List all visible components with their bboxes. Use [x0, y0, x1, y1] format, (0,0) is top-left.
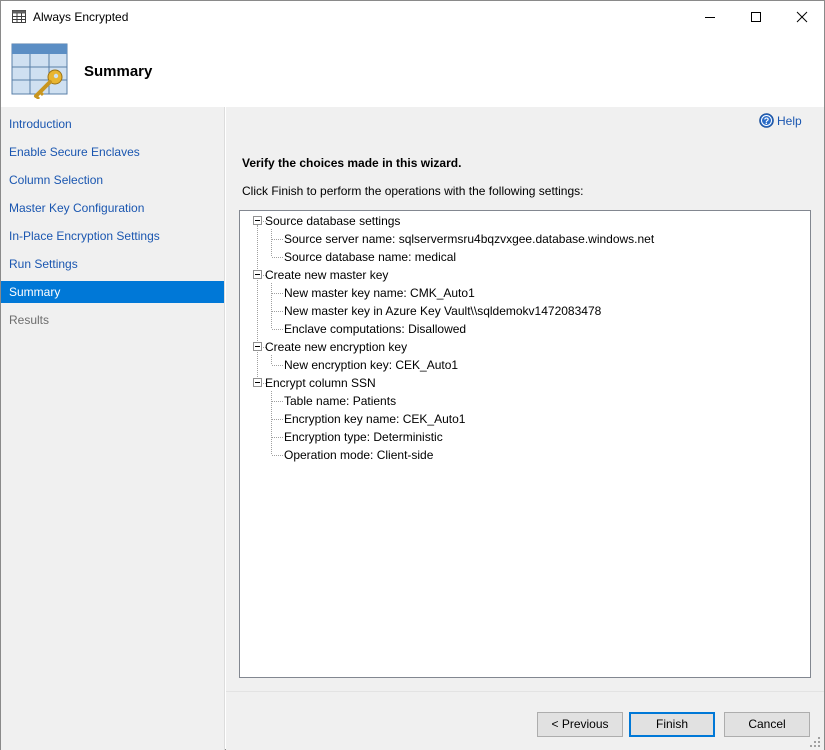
tree-leaf[interactable]: Operation mode: Client-side — [284, 446, 433, 464]
wizard-header: Summary — [1, 33, 824, 107]
tree-connector — [272, 419, 283, 420]
instruction-text: Click Finish to perform the operations w… — [242, 184, 584, 198]
title-bar: Always Encrypted — [1, 1, 824, 33]
tree-branch-line — [271, 355, 272, 364]
tree-leaf[interactable]: Source database name: medical — [284, 248, 456, 266]
tree-node-create-new-master-key[interactable]: Create new master key — [265, 266, 388, 284]
tree-connector — [272, 329, 283, 330]
tree-connector — [272, 365, 283, 366]
tree-leaf[interactable]: New master key name: CMK_Auto1 — [284, 284, 475, 302]
window-title: Always Encrypted — [33, 10, 129, 24]
tree-root-line — [257, 225, 258, 387]
table-icon — [12, 10, 26, 23]
resize-grip-icon[interactable] — [809, 736, 821, 748]
svg-text:?: ? — [764, 116, 770, 126]
wizard-window: Always Encrypted Summary Introduction En… — [0, 0, 825, 750]
tree-connector — [272, 293, 283, 294]
tree-connector — [272, 455, 283, 456]
tree-leaf[interactable]: Table name: Patients — [284, 392, 396, 410]
nav-item-enable-secure-enclaves[interactable]: Enable Secure Enclaves — [1, 141, 224, 163]
finish-button[interactable]: Finish — [629, 712, 715, 737]
nav-item-in-place-encryption-settings[interactable]: In-Place Encryption Settings — [1, 225, 224, 247]
tree-connector — [272, 437, 283, 438]
tree-leaf[interactable]: Encryption key name: CEK_Auto1 — [284, 410, 465, 428]
tree-collapse-toggle[interactable] — [253, 216, 262, 225]
tree-collapse-toggle[interactable] — [253, 378, 262, 387]
nav-item-master-key-configuration[interactable]: Master Key Configuration — [1, 197, 224, 219]
tree-node-source-database-settings[interactable]: Source database settings — [265, 212, 400, 230]
tree-leaf[interactable]: Enclave computations: Disallowed — [284, 320, 466, 338]
tree-leaf[interactable]: New master key in Azure Key Vault\\sqlde… — [284, 302, 601, 320]
verify-heading: Verify the choices made in this wizard. — [242, 156, 462, 170]
maximize-icon — [751, 12, 761, 22]
nav-item-results: Results — [9, 313, 50, 327]
summary-panel: ? Help Verify the choices made in this w… — [226, 107, 824, 691]
help-label: Help — [777, 114, 802, 128]
tree-leaf[interactable]: New encryption key: CEK_Auto1 — [284, 356, 458, 374]
tree-collapse-toggle[interactable] — [253, 270, 262, 279]
tree-leaf[interactable]: Source server name: sqlservermsru4bqzvxg… — [284, 230, 654, 248]
maximize-button[interactable] — [733, 1, 779, 33]
wizard-nav: Introduction Enable Secure Enclaves Colu… — [1, 107, 225, 750]
page-title: Summary — [84, 63, 153, 80]
close-icon — [796, 11, 808, 23]
table-key-icon — [11, 43, 68, 99]
wizard-footer: < Previous Finish Cancel — [226, 691, 824, 750]
tree-collapse-toggle[interactable] — [253, 342, 262, 351]
tree-connector — [272, 401, 283, 402]
tree-branch-line — [271, 229, 272, 256]
help-icon: ? — [759, 113, 774, 128]
nav-item-run-settings[interactable]: Run Settings — [1, 253, 224, 275]
summary-tree[interactable]: Source database settings Source server n… — [239, 210, 811, 678]
close-button[interactable] — [779, 1, 825, 33]
nav-item-column-selection[interactable]: Column Selection — [1, 169, 224, 191]
tree-node-encrypt-column-ssn[interactable]: Encrypt column SSN — [265, 374, 376, 392]
tree-node-create-new-encryption-key[interactable]: Create new encryption key — [265, 338, 407, 356]
minimize-icon — [705, 17, 715, 18]
nav-item-summary[interactable]: Summary — [1, 281, 224, 303]
tree-branch-line — [271, 283, 272, 328]
tree-connector — [272, 311, 283, 312]
nav-item-introduction[interactable]: Introduction — [1, 113, 224, 135]
tree-leaf[interactable]: Encryption type: Deterministic — [284, 428, 443, 446]
previous-button[interactable]: < Previous — [537, 712, 623, 737]
tree-connector — [272, 257, 283, 258]
tree-connector — [272, 239, 283, 240]
minimize-button[interactable] — [687, 1, 733, 33]
cancel-button[interactable]: Cancel — [724, 712, 810, 737]
